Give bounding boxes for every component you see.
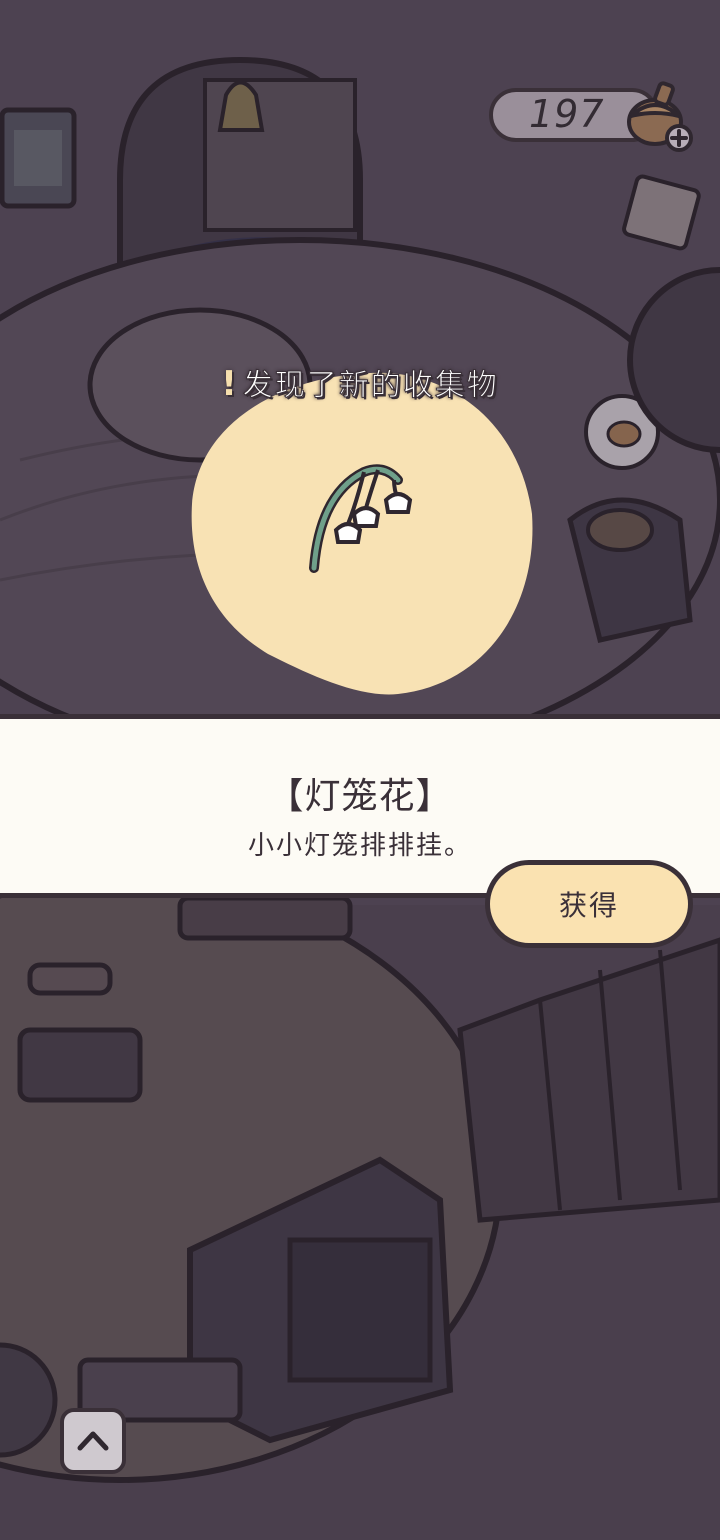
exclamation-icon: ! (221, 364, 237, 404)
currency-counter[interactable]: 197 (489, 81, 693, 152)
new-collectible-banner: ! 发现了新的收集物 (0, 360, 720, 404)
item-description: 小小灯笼排排挂。 (247, 831, 472, 861)
expand-menu-button[interactable] (60, 1408, 126, 1474)
obtain-button[interactable]: 获得 (485, 860, 693, 948)
chevron-up-icon (77, 1431, 109, 1451)
game-screen: 197 ! 发现了新的收集物 【灯笼花】 小小灯笼排排挂。 获得 (0, 0, 720, 1540)
new-collectible-text: 发现了新的收集物 (242, 368, 499, 404)
item-display (191, 372, 533, 695)
acorn-plus-icon[interactable] (617, 76, 699, 158)
currency-value: 197 (529, 92, 605, 136)
item-name: 【灯笼花】 (267, 776, 453, 817)
